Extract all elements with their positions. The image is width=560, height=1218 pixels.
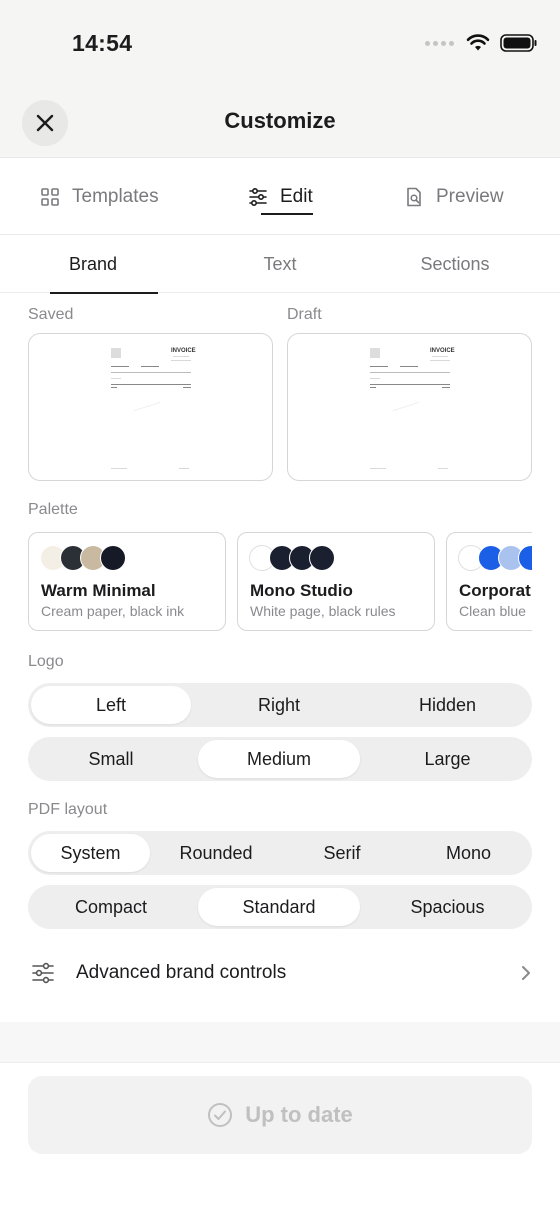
mini-line <box>111 384 191 385</box>
swatch <box>309 545 335 571</box>
document-search-icon <box>407 187 421 207</box>
pdf-layout-label: PDF layout <box>28 801 108 818</box>
chevron-right-icon <box>522 966 530 980</box>
logo-hidden-option[interactable]: Hidden <box>366 686 529 724</box>
subtab-sections[interactable]: Sections <box>362 235 548 293</box>
mini-line <box>400 366 418 367</box>
palette-desc: Cream paper, black ink <box>41 603 185 619</box>
subtab-brand[interactable]: Brand <box>0 235 186 294</box>
tab-edit-label: Edit <box>280 186 313 207</box>
mini-logo <box>111 348 121 358</box>
density-spacious-option[interactable]: Spacious <box>366 888 529 926</box>
draft-label: Draft <box>287 306 322 323</box>
mini-logo <box>370 348 380 358</box>
subtab-brand-label: Brand <box>68 253 118 274</box>
advanced-brand-controls-row[interactable]: Advanced brand controls <box>28 948 532 998</box>
font-mono-option[interactable]: Mono <box>408 834 529 872</box>
sliders-icon <box>249 187 267 207</box>
palette-name: Warm Minimal <box>41 581 156 600</box>
palette-name: Corporat <box>459 581 531 600</box>
draft-preview-card[interactable]: INVOICE <box>287 333 532 481</box>
palette-list: Warm Minimal Cream paper, black ink Mono… <box>28 532 532 632</box>
logo-medium-option[interactable]: Medium <box>198 740 360 778</box>
tab-preview[interactable]: Preview <box>404 159 504 235</box>
palette-label: Palette <box>28 501 78 518</box>
battery-icon <box>500 34 537 52</box>
up-to-date-label: Up to date <box>245 1102 353 1127</box>
mini-line <box>370 384 450 385</box>
font-system-option[interactable]: System <box>31 834 150 872</box>
palette-desc: Clean blue <box>459 603 526 619</box>
logo-large-option[interactable]: Large <box>366 740 529 778</box>
mini-line <box>141 366 159 367</box>
footer-divider <box>0 1062 560 1063</box>
mini-line <box>111 378 121 379</box>
status-icons <box>425 34 538 52</box>
logo-left-option[interactable]: Left <box>31 686 191 724</box>
page-title: Customize <box>224 108 336 133</box>
advanced-brand-controls-label: Advanced brand controls <box>76 962 287 983</box>
pdf-density-control: Compact Standard Spacious <box>28 885 532 929</box>
swatch <box>100 545 126 571</box>
tab-templates-label: Templates <box>72 186 159 207</box>
mini-invoice-title: INVOICE <box>430 348 455 354</box>
signal-icon <box>425 40 454 46</box>
mini-line <box>370 387 376 388</box>
logo-label: Logo <box>28 653 64 670</box>
mini-line <box>432 356 448 357</box>
header-area: 14:54 Customize <box>0 0 560 158</box>
logo-size-control: Small Medium Large <box>28 737 532 781</box>
sub-tab-bar: Brand Text Sections <box>0 235 560 294</box>
tab-preview-label: Preview <box>436 186 504 207</box>
mini-line <box>438 468 448 469</box>
footer-separator-band <box>0 1022 560 1062</box>
palette-name: Mono Studio <box>250 581 353 600</box>
pdf-font-control: System Rounded Serif Mono <box>28 831 532 875</box>
mini-line <box>370 372 450 373</box>
logo-small-option[interactable]: Small <box>31 740 191 778</box>
wifi-icon <box>466 34 490 51</box>
density-standard-option[interactable]: Standard <box>198 888 360 926</box>
status-time: 14:54 <box>72 30 133 56</box>
palette-desc: White page, black rules <box>250 603 396 619</box>
font-rounded-option[interactable]: Rounded <box>156 834 276 872</box>
mini-line <box>183 387 191 388</box>
mini-line <box>171 360 191 361</box>
mini-line <box>370 378 380 379</box>
mini-invoice-title: INVOICE <box>171 348 196 354</box>
palette-card-warm-minimal[interactable]: Warm Minimal Cream paper, black ink <box>28 532 226 631</box>
subtab-text-label: Text <box>263 253 297 274</box>
saved-label: Saved <box>28 306 74 323</box>
up-to-date-button[interactable]: Up to date <box>28 1076 532 1154</box>
mini-line <box>370 366 388 367</box>
check-circle-icon <box>208 1103 233 1127</box>
mini-line <box>111 366 129 367</box>
mini-line <box>111 372 191 373</box>
logo-position-control: Left Right Hidden <box>28 683 532 727</box>
font-serif-option[interactable]: Serif <box>282 834 402 872</box>
tab-edit-underline <box>261 213 313 215</box>
tab-edit[interactable]: Edit <box>248 159 313 235</box>
mini-line <box>442 387 450 388</box>
sliders-icon <box>32 962 54 984</box>
grid-icon <box>41 188 59 206</box>
density-compact-option[interactable]: Compact <box>31 888 191 926</box>
palette-card-mono-studio[interactable]: Mono Studio White page, black rules <box>237 532 435 631</box>
mini-line <box>370 468 386 469</box>
mini-line <box>430 360 450 361</box>
mini-line <box>179 468 189 469</box>
mini-watermark <box>133 401 161 412</box>
logo-right-option[interactable]: Right <box>198 686 360 724</box>
mini-line <box>111 468 127 469</box>
saved-preview-card[interactable]: INVOICE <box>28 333 273 481</box>
mini-line <box>173 356 189 357</box>
top-tab-bar: Templates Edit Preview <box>0 159 560 235</box>
palette-card-corporate[interactable]: Corporat Clean blue <box>446 532 532 631</box>
tab-templates[interactable]: Templates <box>40 159 159 235</box>
subtab-sections-label: Sections <box>420 253 490 274</box>
mini-watermark <box>392 401 420 412</box>
mini-line <box>111 387 117 388</box>
subtab-text[interactable]: Text <box>187 235 373 293</box>
